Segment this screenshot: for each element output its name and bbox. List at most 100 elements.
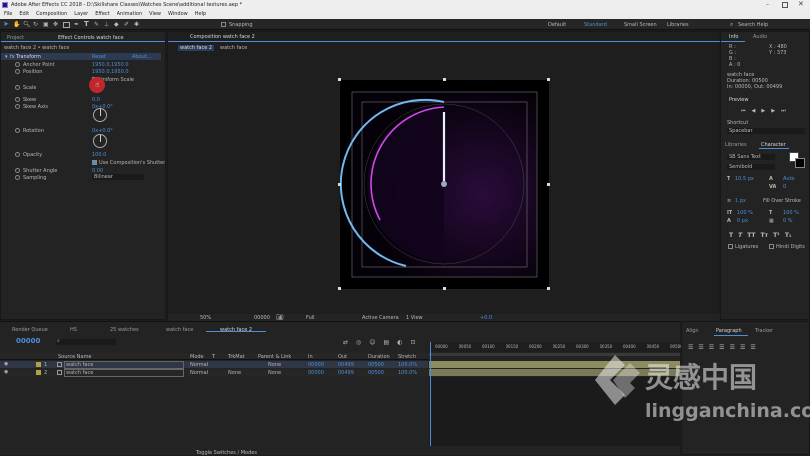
stopwatch-icon[interactable]: [15, 62, 20, 67]
tab-info[interactable]: Info: [729, 34, 738, 40]
prop-row[interactable]: Opacity 100.0: [1, 151, 161, 158]
type-tool-icon[interactable]: T: [84, 21, 90, 28]
rotation-dial[interactable]: [93, 134, 107, 148]
comp-canvas[interactable]: [338, 78, 550, 290]
handle-ml[interactable]: [338, 183, 341, 186]
subscript-button[interactable]: T₁: [785, 232, 792, 239]
font-family-dropdown[interactable]: SB Sans Text: [727, 154, 775, 160]
timeline-tab[interactable]: Render Queue: [12, 327, 48, 333]
rectangle-tool-icon[interactable]: [63, 22, 70, 28]
prop-value[interactable]: 1950.0,1950.0: [92, 69, 129, 75]
maximize-button[interactable]: [782, 2, 788, 8]
stopwatch-icon[interactable]: [15, 85, 20, 90]
col-t[interactable]: T: [212, 354, 215, 360]
camera-tool-icon[interactable]: ▣: [43, 21, 49, 28]
vertical-scale-field[interactable]: 100 %: [737, 210, 753, 216]
layer-trkmat[interactable]: None: [228, 370, 241, 376]
tab-align[interactable]: Align: [686, 328, 699, 334]
stopwatch-icon[interactable]: [15, 128, 20, 133]
prop-row[interactable]: Shutter Angle 0.00: [1, 167, 161, 174]
minimize-button[interactable]: –: [766, 2, 774, 8]
font-style-dropdown[interactable]: Semibold: [727, 164, 775, 170]
font-size-field[interactable]: 10.5 px: [735, 176, 754, 182]
stopwatch-icon[interactable]: [15, 104, 20, 109]
layer-label-color[interactable]: [36, 370, 41, 375]
checkbox[interactable]: [92, 160, 97, 165]
tracking-field[interactable]: 0: [783, 184, 786, 190]
play-icon[interactable]: ▶: [761, 108, 765, 114]
selection-tool-icon[interactable]: ➤: [3, 21, 9, 28]
menu-composition[interactable]: Composition: [36, 11, 67, 17]
shortcut-dropdown[interactable]: Spacebar: [727, 128, 805, 134]
prop-row[interactable]: Scale40.0: [1, 84, 161, 91]
col-in[interactable]: In: [308, 354, 313, 360]
last-frame-icon[interactable]: ⏭: [781, 108, 786, 114]
workspace-libraries[interactable]: Libraries: [667, 22, 689, 28]
prop-value[interactable]: Use Composition's Shutter: [99, 160, 165, 166]
draft-3d-icon[interactable]: ◎: [356, 339, 361, 346]
visibility-eye-icon[interactable]: ◉: [4, 369, 8, 375]
menu-effect[interactable]: Effect: [95, 11, 109, 17]
col-parent[interactable]: Parent & Link: [258, 354, 291, 360]
hand-tool-icon[interactable]: ✋: [13, 21, 20, 28]
menu-window[interactable]: Window: [168, 11, 188, 17]
prop-value[interactable]: Bilinear: [92, 174, 144, 180]
prop-row[interactable]: Skew Axis 0x+0.0°: [1, 103, 161, 110]
comp-mini-flowchart-icon[interactable]: ⇄: [343, 339, 348, 346]
next-frame-icon[interactable]: ▶: [771, 108, 775, 114]
leading-field[interactable]: Auto: [783, 176, 795, 182]
search-help-input[interactable]: Search Help: [738, 22, 768, 28]
prop-value[interactable]: 100.0: [92, 152, 106, 158]
hindi-digits-checkbox[interactable]: [769, 244, 774, 249]
col-mode[interactable]: Mode: [190, 354, 204, 360]
layer-parent[interactable]: None: [268, 370, 281, 376]
motion-blur-icon[interactable]: ◐: [397, 339, 402, 346]
handle-br[interactable]: [547, 287, 550, 290]
skew-axis-dial[interactable]: [93, 108, 107, 122]
layer-row[interactable]: ◉ 1 watch face Normal None 00000 00499 00500 100…: [0, 361, 428, 369]
col-trkmat[interactable]: TrkMat: [228, 354, 245, 360]
roto-brush-tool-icon[interactable]: ✐: [124, 21, 130, 28]
stroke-mode-dropdown[interactable]: Fill Over Stroke: [763, 198, 801, 204]
menu-animation[interactable]: Animation: [117, 11, 143, 17]
graph-editor-icon[interactable]: ⊡: [410, 339, 415, 346]
tab-composition[interactable]: Composition watch face 2: [190, 34, 255, 40]
current-time-indicator[interactable]: [430, 342, 431, 446]
chevron-down-icon[interactable]: ▾: [5, 54, 8, 60]
toggle-switches-modes[interactable]: Toggle Switches / Modes: [196, 450, 257, 456]
reset-link[interactable]: Reset: [92, 54, 106, 60]
frame-blending-icon[interactable]: ▤: [384, 339, 390, 346]
timeline-search-input[interactable]: ⌕: [56, 338, 116, 345]
visibility-eye-icon[interactable]: ◉: [4, 361, 8, 367]
timeline-tab[interactable]: HS: [70, 327, 77, 333]
stroke-color-swatch[interactable]: [795, 158, 805, 168]
handle-tm[interactable]: [443, 78, 446, 81]
prop-row[interactable]: Skew 0.0: [1, 96, 161, 103]
tab-preview[interactable]: Preview: [729, 97, 748, 103]
layer-mode[interactable]: Normal: [190, 362, 208, 368]
stopwatch-icon[interactable]: [15, 152, 20, 157]
rotate-tool-icon[interactable]: ↻: [33, 21, 39, 28]
col-stretch[interactable]: Stretch: [398, 354, 416, 360]
snapping-checkbox[interactable]: [221, 22, 226, 27]
menu-layer[interactable]: Layer: [74, 11, 88, 17]
layer-name[interactable]: watch face: [64, 369, 184, 377]
handle-bl[interactable]: [338, 287, 341, 290]
handle-tl[interactable]: [338, 78, 341, 81]
prev-frame-icon[interactable]: ◀: [752, 108, 756, 114]
menu-view[interactable]: View: [149, 11, 161, 17]
stopwatch-icon[interactable]: [15, 168, 20, 173]
col-duration[interactable]: Duration: [368, 354, 390, 360]
faux-italic-button[interactable]: T: [738, 232, 742, 239]
workspace-default[interactable]: Default: [548, 22, 566, 28]
layer-mode[interactable]: Normal: [190, 370, 208, 376]
handle-bm[interactable]: [443, 287, 446, 290]
snapshot-icon[interactable]: 📷︎: [276, 314, 284, 321]
prop-row[interactable]: Anchor Point 1950.0,1950.0: [1, 61, 161, 68]
first-frame-icon[interactable]: ⏮: [741, 108, 746, 114]
close-button[interactable]: ✕: [798, 0, 804, 8]
ligatures-checkbox[interactable]: [728, 244, 733, 249]
pen-tool-icon[interactable]: ✒: [74, 21, 80, 28]
puppet-tool-icon[interactable]: ✱: [134, 21, 140, 28]
prop-row[interactable]: Position 1950.0,1950.0: [1, 68, 161, 75]
